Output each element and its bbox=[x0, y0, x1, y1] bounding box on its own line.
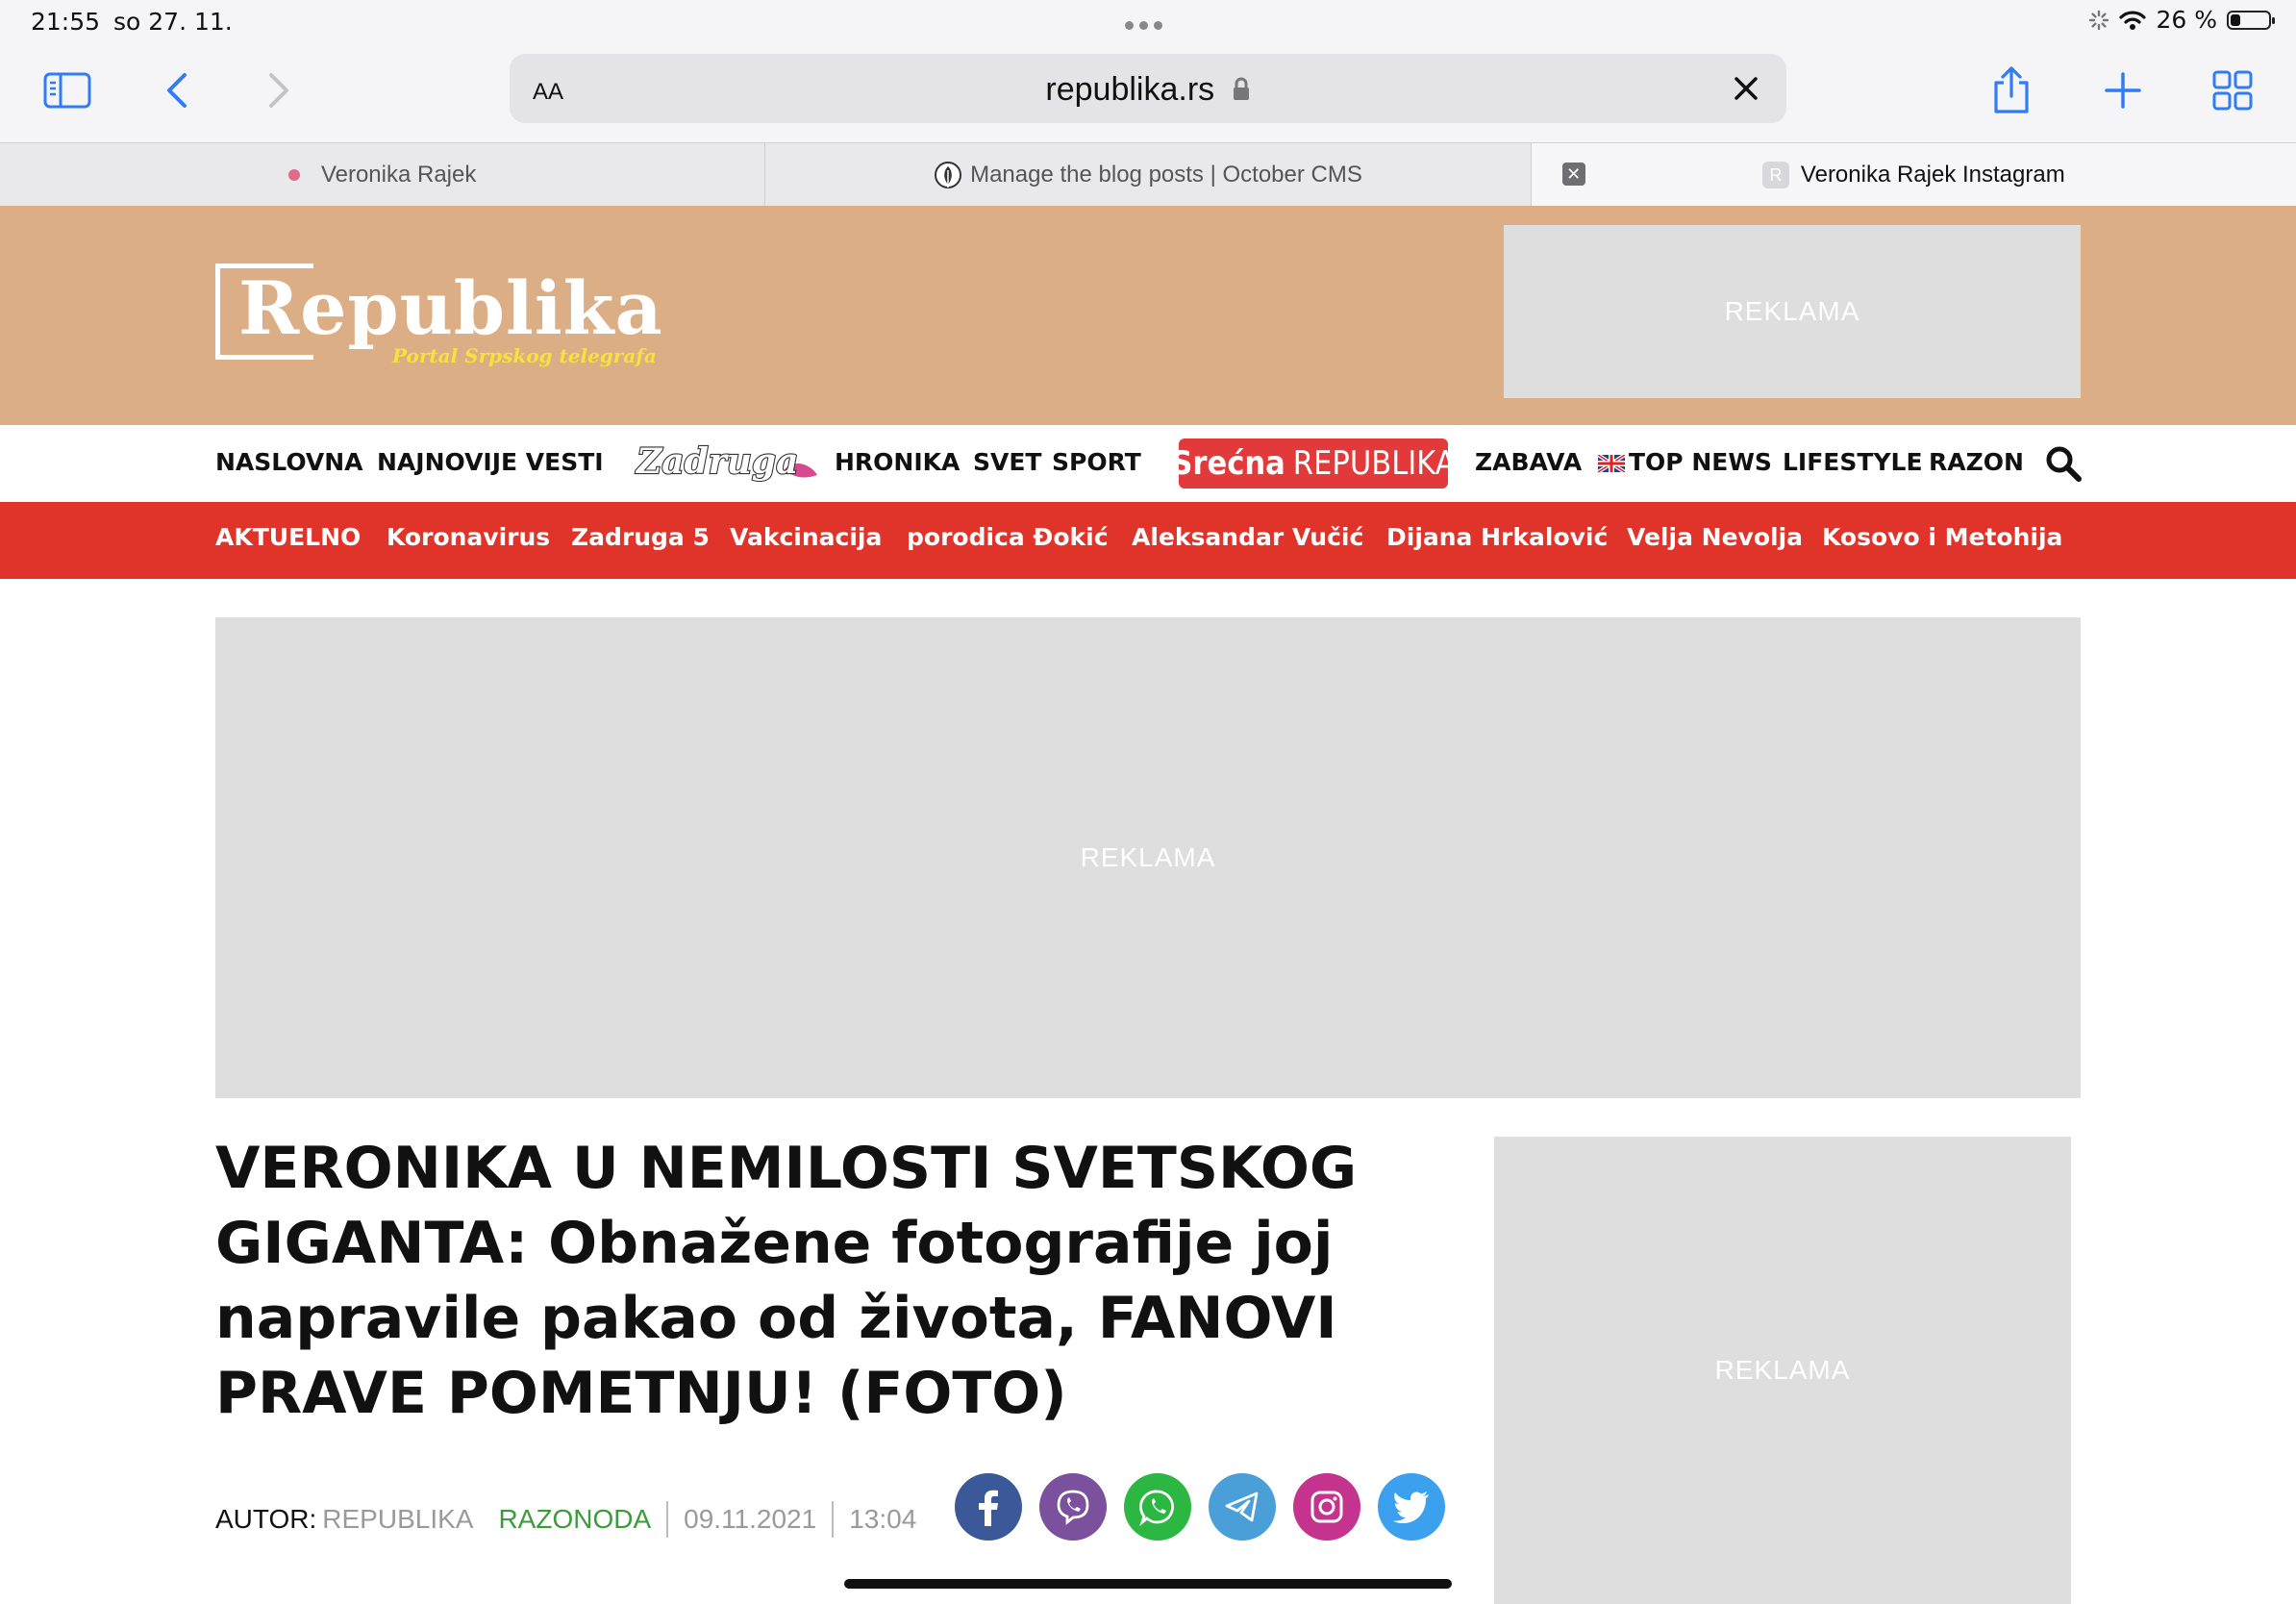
nav-sport[interactable]: SPORT bbox=[1052, 448, 1141, 476]
nav-zadruga-logo[interactable]: Zadruga bbox=[633, 440, 821, 485]
twitter-share-button[interactable] bbox=[1378, 1473, 1445, 1541]
lock-icon bbox=[1233, 77, 1249, 100]
nav-naslovna[interactable]: NASLOVNA bbox=[215, 448, 363, 476]
instagram-icon bbox=[1310, 1491, 1343, 1523]
topic-link[interactable]: Dijana Hrkalović bbox=[1386, 523, 1608, 551]
ad-banner-top[interactable]: REKLAMA bbox=[1504, 225, 2081, 398]
republika-logo[interactable]: Republika Portal Srpskog telegrafa bbox=[215, 263, 669, 369]
facebook-icon bbox=[979, 1490, 998, 1526]
viber-share-button[interactable] bbox=[1039, 1473, 1107, 1541]
instagram-share-button[interactable] bbox=[1293, 1473, 1360, 1541]
tab-veronika-rajek[interactable]: Veronika Rajek bbox=[0, 143, 766, 207]
uk-flag-icon bbox=[1598, 455, 1625, 472]
nav-zabava[interactable]: ZABAVA bbox=[1475, 448, 1582, 476]
topic-link[interactable]: Koronavirus bbox=[387, 523, 550, 551]
status-bar: 21:55 so 27. 11. 26 % bbox=[0, 0, 2296, 48]
topic-link[interactable]: Aleksandar Vučić bbox=[1132, 523, 1363, 551]
article-headline: VERONIKA U NEMILOSTI SVETSKOG GIGANTA: O… bbox=[215, 1135, 1358, 1427]
author-label: AUTOR: bbox=[215, 1504, 317, 1534]
forward-button[interactable] bbox=[252, 63, 306, 117]
browser-toolbar: AA republika.rs bbox=[0, 48, 2296, 142]
loading-spinner-icon bbox=[2089, 10, 2109, 30]
article-meta: AUTOR: REPUBLIKA RAZONODA 09.11.2021 13:… bbox=[215, 1500, 916, 1539]
republika-label: REPUBLIKA bbox=[1292, 444, 1456, 483]
topic-link[interactable]: Kosovo i Metohija bbox=[1822, 523, 2062, 551]
tab-overview-button[interactable] bbox=[2206, 63, 2259, 117]
srecna-label: Srećna bbox=[1171, 444, 1285, 483]
facebook-share-button[interactable] bbox=[955, 1473, 1022, 1541]
main-navigation: NASLOVNA NAJNOVIJE VESTI Zadruga HRONIKA… bbox=[0, 425, 2296, 502]
tab-veronika-rajek-instagram[interactable]: ✕ R Veronika Rajek Instagram bbox=[1531, 143, 2296, 207]
meta-divider bbox=[832, 1501, 835, 1538]
ad-banner-side[interactable]: REKLAMA bbox=[1494, 1137, 2071, 1604]
author-name[interactable]: REPUBLIKA bbox=[322, 1504, 473, 1535]
url-display[interactable]: republika.rs bbox=[510, 71, 1786, 109]
topic-link[interactable]: porodica Đokić bbox=[907, 523, 1109, 551]
topic-link[interactable]: Velja Nevolja bbox=[1627, 523, 1803, 551]
wifi-icon bbox=[2119, 10, 2147, 30]
topic-link[interactable]: AKTUELNO bbox=[215, 523, 361, 551]
status-time: 21:55 bbox=[31, 8, 101, 36]
back-button[interactable] bbox=[150, 63, 204, 117]
close-tab-icon[interactable]: ✕ bbox=[1561, 163, 1585, 186]
twitter-icon bbox=[1393, 1491, 1429, 1523]
tab-title: Veronika Rajek bbox=[320, 162, 477, 188]
nav-top-news[interactable]: TOP NEWS bbox=[1598, 448, 1772, 476]
top-news-label: TOP NEWS bbox=[1629, 448, 1772, 476]
multitasking-dots-icon[interactable] bbox=[1125, 17, 1171, 30]
tab-title: Manage the blog posts | October CMS bbox=[970, 162, 1362, 188]
url-text: republika.rs bbox=[1045, 71, 1215, 108]
nav-srecna-republika[interactable]: Srećna REPUBLIKA bbox=[1171, 439, 1456, 489]
category-link[interactable]: RAZONODA bbox=[498, 1504, 651, 1535]
nav-lifestyle[interactable]: LIFESTYLE bbox=[1783, 448, 1923, 476]
logo-tagline: Portal Srpskog telegrafa bbox=[392, 344, 657, 367]
battery-icon bbox=[2227, 10, 2275, 30]
nav-najnovije-vesti[interactable]: NAJNOVIJE VESTI bbox=[377, 448, 604, 476]
logo-word: Republika bbox=[238, 265, 663, 351]
viber-icon bbox=[1057, 1490, 1089, 1525]
home-indicator[interactable] bbox=[844, 1579, 1452, 1589]
new-tab-button[interactable] bbox=[2096, 63, 2150, 117]
share-button[interactable] bbox=[1984, 63, 2038, 117]
ad-label: REKLAMA bbox=[1080, 842, 1216, 872]
nav-razon[interactable]: RAZON bbox=[1929, 448, 2024, 476]
topic-link[interactable]: Zadruga 5 bbox=[571, 523, 710, 551]
telegram-share-button[interactable] bbox=[1209, 1473, 1276, 1541]
topics-navigation: AKTUELNO Koronavirus Zadruga 5 Vakcinaci… bbox=[0, 502, 2296, 579]
publish-date: 09.11.2021 bbox=[684, 1504, 817, 1534]
whatsapp-icon bbox=[1139, 1490, 1174, 1526]
whatsapp-share-button[interactable] bbox=[1124, 1473, 1191, 1541]
ad-label: REKLAMA bbox=[1724, 296, 1860, 326]
zadruga-logo-text: Zadruga bbox=[635, 441, 798, 482]
publish-time: 13:04 bbox=[849, 1504, 917, 1534]
tab-favicon-r-icon: R bbox=[1761, 162, 1789, 188]
nav-hronika[interactable]: HRONIKA bbox=[835, 448, 960, 476]
ad-banner-main[interactable]: REKLAMA bbox=[215, 617, 2081, 1098]
october-cms-icon bbox=[935, 162, 962, 188]
telegram-icon bbox=[1225, 1491, 1259, 1522]
clear-url-button[interactable] bbox=[1725, 67, 1767, 110]
status-date: so 27. 11. bbox=[113, 8, 233, 36]
ad-label: REKLAMA bbox=[1714, 1355, 1851, 1385]
address-bar[interactable]: AA republika.rs bbox=[510, 54, 1786, 123]
tab-title: Veronika Rajek Instagram bbox=[1800, 162, 2065, 188]
meta-divider bbox=[666, 1501, 669, 1538]
tab-october-cms[interactable]: Manage the blog posts | October CMS bbox=[765, 143, 1532, 207]
topic-link[interactable]: Vakcinacija bbox=[730, 523, 882, 551]
search-icon[interactable] bbox=[2044, 444, 2083, 483]
site-header: Republika Portal Srpskog telegrafa REKLA… bbox=[0, 206, 2296, 425]
nav-svet[interactable]: SVET bbox=[973, 448, 1041, 476]
battery-percent: 26 % bbox=[2156, 6, 2217, 34]
tab-bar: Veronika Rajek Manage the blog posts | O… bbox=[0, 142, 2296, 208]
status-indicators: 26 % bbox=[2088, 6, 2275, 34]
sidebar-toggle-icon[interactable] bbox=[40, 63, 94, 117]
tab-favicon-dot-icon bbox=[287, 169, 300, 181]
